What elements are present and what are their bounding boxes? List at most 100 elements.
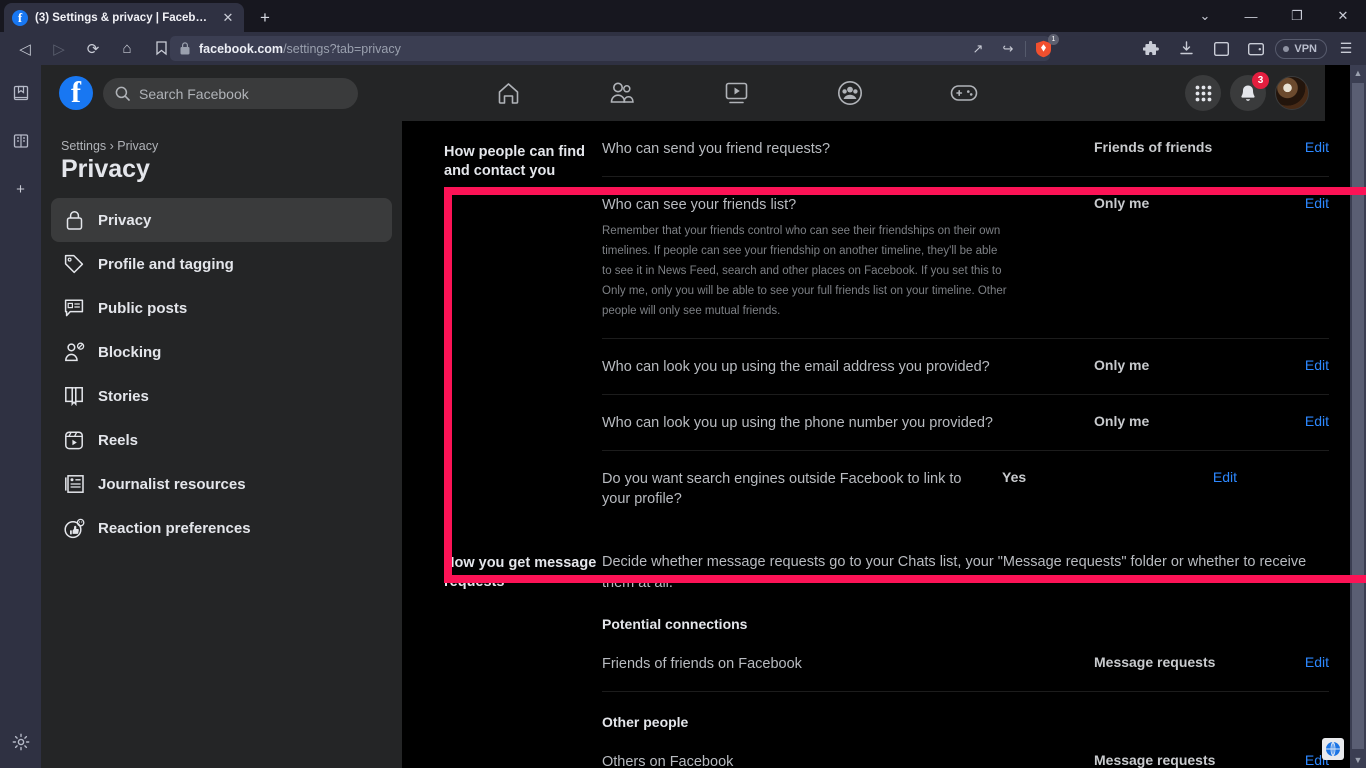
sidebar-item-privacy[interactable]: Privacy (51, 198, 392, 242)
sidebar-item-label: Privacy (98, 211, 152, 229)
setting-row: Friends of friends on Facebook Message r… (602, 636, 1329, 692)
setting-question: Who can see your friends list? Remember … (602, 195, 1094, 321)
reload-icon[interactable]: ⟳ (76, 32, 110, 65)
section-how-people-can-find-and-contact-you: How people can find and contact you Who … (402, 121, 1353, 526)
address-bar[interactable]: facebook.com/settings?tab=privacy (170, 36, 1050, 61)
facebook-header: f Search Facebook 3 (41, 65, 1325, 121)
reels-icon (63, 429, 85, 451)
tab-strip: f (3) Settings & privacy | Facebook ✕ + … (0, 0, 1366, 32)
section-lead-text: Decide whether message requests go to yo… (602, 554, 1307, 591)
nav-gaming-icon[interactable] (938, 73, 990, 113)
tab-title: (3) Settings & privacy | Facebook (35, 11, 213, 24)
avatar[interactable] (1275, 76, 1309, 110)
edit-button[interactable]: Edit (1289, 139, 1329, 155)
sidebar-panel-icon[interactable] (1205, 36, 1237, 61)
sidebar-item-public-posts[interactable]: Public posts (51, 286, 392, 330)
setting-question: Who can send you friend requests? (602, 139, 1094, 159)
section-title: How you get message requests (444, 555, 597, 590)
url-text: facebook.com/settings?tab=privacy (199, 42, 401, 56)
nav-friends-icon[interactable] (596, 73, 648, 113)
setting-value: Yes (1002, 469, 1027, 485)
nav-video-icon[interactable] (710, 73, 762, 113)
setting-question: Do you want search engines outside Faceb… (602, 469, 1002, 509)
edit-button[interactable]: Edit (1289, 195, 1329, 211)
browser-scrollbar[interactable]: ▲ ▼ (1350, 65, 1366, 768)
facebook-main-nav (451, 65, 1021, 121)
browser-tab[interactable]: f (3) Settings & privacy | Facebook ✕ (4, 3, 244, 32)
sidebar-item-reaction-preferences[interactable]: Reaction preferences (51, 506, 392, 550)
menu-grid-icon[interactable] (1185, 75, 1221, 111)
nav-groups-icon[interactable] (824, 73, 876, 113)
setting-row: Who can look you up using the email addr… (602, 339, 1329, 395)
close-window-icon[interactable]: ✕ (1320, 0, 1366, 32)
share-icon[interactable]: ↪ (995, 36, 1021, 61)
brave-shields-button[interactable]: 1 (1030, 34, 1059, 61)
vpn-button[interactable]: VPN (1275, 38, 1327, 59)
tab-search-icon[interactable]: ⌄ (1182, 0, 1228, 32)
breadcrumb: Settings › Privacy (61, 139, 159, 153)
setting-label: Do you want search engines outside Faceb… (602, 471, 962, 507)
setting-row: Do you want search engines outside Faceb… (602, 451, 1329, 526)
page-title: Privacy (61, 155, 150, 183)
sidebar-item-journalist-resources[interactable]: Journalist resources (51, 462, 392, 506)
back-icon[interactable]: ◁ (8, 32, 42, 65)
home-icon[interactable]: ⌂ (110, 32, 144, 65)
browser-scrollbar-thumb[interactable] (1352, 83, 1364, 749)
search-placeholder: Search Facebook (139, 85, 249, 102)
facebook-logo[interactable]: f (59, 76, 93, 110)
book-icon (63, 385, 85, 407)
sidebar-item-stories[interactable]: Stories (51, 374, 392, 418)
bookmarks-icon[interactable] (9, 81, 33, 105)
setting-label: Who can look you up using the phone numb… (602, 415, 993, 431)
setting-value: Message requests (1094, 752, 1216, 768)
minimize-icon[interactable]: — (1228, 0, 1274, 32)
setting-value: Friends of friends (1094, 139, 1213, 155)
browser-window: f (3) Settings & privacy | Facebook ✕ + … (0, 0, 1366, 768)
browser-menu-icon[interactable]: ☰ (1330, 36, 1362, 61)
extensions-icon[interactable] (1135, 36, 1167, 61)
sidebar-item-blocking[interactable]: Blocking (51, 330, 392, 374)
wallet-icon[interactable] (1240, 36, 1272, 61)
restore-icon[interactable]: ❐ (1274, 0, 1320, 32)
globe-icon[interactable] (1322, 738, 1344, 760)
add-panel-icon[interactable]: + (9, 177, 33, 201)
group-heading: Other people (602, 714, 689, 730)
edit-button[interactable]: Edit (1289, 413, 1329, 429)
setting-label: Who can see your friends list? (602, 197, 797, 213)
nav-home-icon[interactable] (482, 73, 534, 113)
setting-row: Who can see your friends list? Remember … (602, 177, 1329, 339)
url-domain: facebook.com (199, 41, 284, 56)
sidebar-item-label: Public posts (98, 299, 188, 317)
scroll-down-arrow[interactable]: ▼ (1350, 752, 1366, 768)
forward-icon[interactable]: ▷ (42, 32, 76, 65)
sidebar-item-label: Stories (98, 387, 149, 405)
sidebar-item-profile-and-tagging[interactable]: Profile and tagging (51, 242, 392, 286)
section-title: How people can find and contact you (444, 144, 585, 179)
gear-icon[interactable] (9, 730, 33, 754)
scroll-up-arrow[interactable]: ▲ (1350, 65, 1366, 81)
downloads-icon[interactable] (1170, 36, 1202, 61)
new-tab-icon[interactable]: + (253, 6, 277, 29)
settings-main: How people can find and contact you Who … (402, 121, 1353, 768)
facebook-favicon: f (12, 9, 28, 26)
url-path: /settings?tab=privacy (283, 41, 401, 56)
edit-button[interactable]: Edit (1197, 469, 1237, 485)
divider (1025, 40, 1026, 57)
close-tab-icon[interactable]: ✕ (220, 10, 236, 26)
news-icon (63, 473, 85, 495)
edit-button[interactable]: Edit (1289, 357, 1329, 373)
setting-value: Only me (1094, 357, 1150, 373)
thumbs-up-icon (63, 517, 85, 539)
reading-list-icon[interactable] (9, 129, 33, 153)
sidebar-item-label: Reels (98, 431, 139, 449)
search-input[interactable]: Search Facebook (103, 78, 358, 109)
open-in-new-icon[interactable]: ↗ (965, 36, 991, 61)
notifications-badge: 3 (1252, 72, 1269, 89)
sidebar-item-reels[interactable]: Reels (51, 418, 392, 462)
notifications-button[interactable]: 3 (1230, 72, 1269, 111)
setting-row: Who can send you friend requests? Friend… (602, 121, 1329, 177)
edit-button[interactable]: Edit (1289, 654, 1329, 670)
window-controls: ⌄ — ❐ ✕ (1182, 0, 1366, 32)
page-viewport: f Search Facebook 3 Settings › Privacy P… (41, 65, 1366, 768)
omnibox-actions: ↗ ↪ 1 (965, 34, 1059, 61)
